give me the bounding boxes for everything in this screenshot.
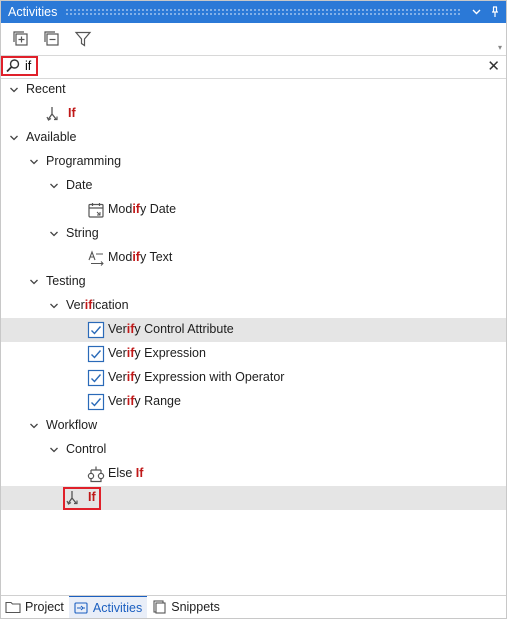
filter-icon <box>74 31 92 47</box>
activity-label: If <box>88 490 96 504</box>
tree-node-recent[interactable]: Recent <box>1 78 506 102</box>
tree-node-label: Testing <box>46 274 86 288</box>
collapse-all-button[interactable] <box>41 28 63 50</box>
tree-node-label: Workflow <box>46 418 98 432</box>
activity-label-match: if <box>132 202 140 216</box>
collapse-all-icon <box>44 31 59 46</box>
activity-label-pre: Mod <box>108 202 133 216</box>
activities-icon <box>74 601 88 614</box>
chevron-down-icon[interactable] <box>29 157 39 167</box>
tab-label: Snippets <box>171 600 220 614</box>
activity-tree: Recent If Available Programming Date Mod… <box>1 78 506 510</box>
calendar-icon <box>88 203 104 218</box>
tree-node-available[interactable]: Available <box>1 126 506 150</box>
activity-item-verify-control-attribute[interactable]: Verify Control Attribute <box>1 318 506 342</box>
checkbox-icon <box>87 321 105 339</box>
tab-project[interactable]: Project <box>1 596 69 618</box>
filter-button[interactable] <box>72 28 94 50</box>
tree-node-date[interactable]: Date <box>1 174 506 198</box>
chevron-down-icon[interactable] <box>9 133 19 143</box>
activity-label-post: y Range <box>134 394 181 408</box>
activity-label-pre: Ver <box>108 394 127 408</box>
activity-label-match: If <box>135 466 144 480</box>
node-label-post: ication <box>92 298 129 312</box>
activity-label-post: y Expression with Operator <box>134 370 285 384</box>
tree-node-workflow[interactable]: Workflow <box>1 414 506 438</box>
else-if-activity-icon <box>87 466 105 483</box>
tree-node-label: String <box>66 226 99 240</box>
checkbox-icon <box>87 345 105 363</box>
search-input[interactable] <box>25 58 465 74</box>
panel-title: Activities <box>8 5 58 19</box>
tree-node-label: Available <box>26 130 77 144</box>
activities-panel: Activities ▾ ✕ Recent If <box>0 0 507 619</box>
chevron-down-icon[interactable] <box>29 277 39 287</box>
activity-label-post: y Date <box>139 202 177 216</box>
toolbar-overflow-icon[interactable]: ▾ <box>498 43 502 52</box>
activity-item-verify-expression[interactable]: Verify Expression <box>1 342 506 366</box>
node-label-pre: Ver <box>66 298 85 312</box>
title-bar: Activities <box>1 1 506 23</box>
clear-search-icon[interactable]: ✕ <box>487 57 500 75</box>
activity-label: If <box>68 106 76 120</box>
activity-label-pre: Ver <box>108 322 127 336</box>
tab-snippets[interactable]: Snippets <box>147 596 225 618</box>
toolbar: ▾ <box>1 23 506 55</box>
if-activity-icon <box>46 107 58 121</box>
tab-label: Project <box>25 600 64 614</box>
activity-label-pre: Ver <box>108 346 127 360</box>
text-edit-icon <box>88 250 104 266</box>
snippets-icon <box>153 600 166 614</box>
activity-label-post: y Text <box>139 250 173 264</box>
tree-node-label: Control <box>66 442 107 456</box>
tab-activities[interactable]: Activities <box>68 596 148 618</box>
activity-item-modify-text[interactable]: Modify Text <box>1 246 506 270</box>
activity-label-post: y Expression <box>134 346 206 360</box>
tree-node-control[interactable]: Control <box>1 438 506 462</box>
chevron-down-icon[interactable] <box>49 181 59 191</box>
chevron-down-icon[interactable] <box>49 301 59 311</box>
pin-icon[interactable] <box>487 4 503 20</box>
activity-label-match: if <box>132 250 140 264</box>
activity-item-if[interactable]: If <box>1 486 506 510</box>
tree-node-programming[interactable]: Programming <box>1 150 506 174</box>
activity-item-modify-date[interactable]: Modify Date <box>1 198 506 222</box>
activity-label-pre: Else <box>108 466 136 480</box>
tree-node-label: Programming <box>46 154 122 168</box>
chevron-down-icon[interactable] <box>49 229 59 239</box>
activity-item-else-if[interactable]: Else If <box>1 462 506 486</box>
checkbox-icon <box>87 393 105 411</box>
tree-node-verification[interactable]: Verification <box>1 294 506 318</box>
activity-label-pre: Mod <box>108 250 133 264</box>
tree-node-testing[interactable]: Testing <box>1 270 506 294</box>
activity-item-verify-expression-with-operator[interactable]: Verify Expression with Operator <box>1 366 506 390</box>
tree-node-label: Recent <box>26 82 66 96</box>
chevron-down-icon[interactable] <box>49 445 59 455</box>
drag-grip[interactable] <box>65 8 460 16</box>
search-bar: ✕ <box>1 55 506 79</box>
tab-label: Activities <box>92 600 143 615</box>
tree-node-label: Date <box>66 178 93 192</box>
expand-all-button[interactable] <box>10 28 32 50</box>
tree-node-string[interactable]: String <box>1 222 506 246</box>
activity-label-post: y Control Attribute <box>134 322 234 336</box>
activity-label-pre: Ver <box>108 370 127 384</box>
chevron-down-icon[interactable] <box>29 421 39 431</box>
activity-item-verify-range[interactable]: Verify Range <box>1 390 506 414</box>
search-highlight-box <box>1 56 38 76</box>
activity-item-if-recent[interactable]: If <box>1 102 506 126</box>
checkbox-icon <box>87 369 105 387</box>
if-activity-icon <box>66 491 78 505</box>
panel-tabs: Project Activities Snippets <box>1 595 506 618</box>
expand-all-icon <box>13 31 28 46</box>
dropdown-icon[interactable] <box>468 4 484 20</box>
chevron-down-icon[interactable] <box>9 85 19 95</box>
folder-icon <box>5 601 21 614</box>
